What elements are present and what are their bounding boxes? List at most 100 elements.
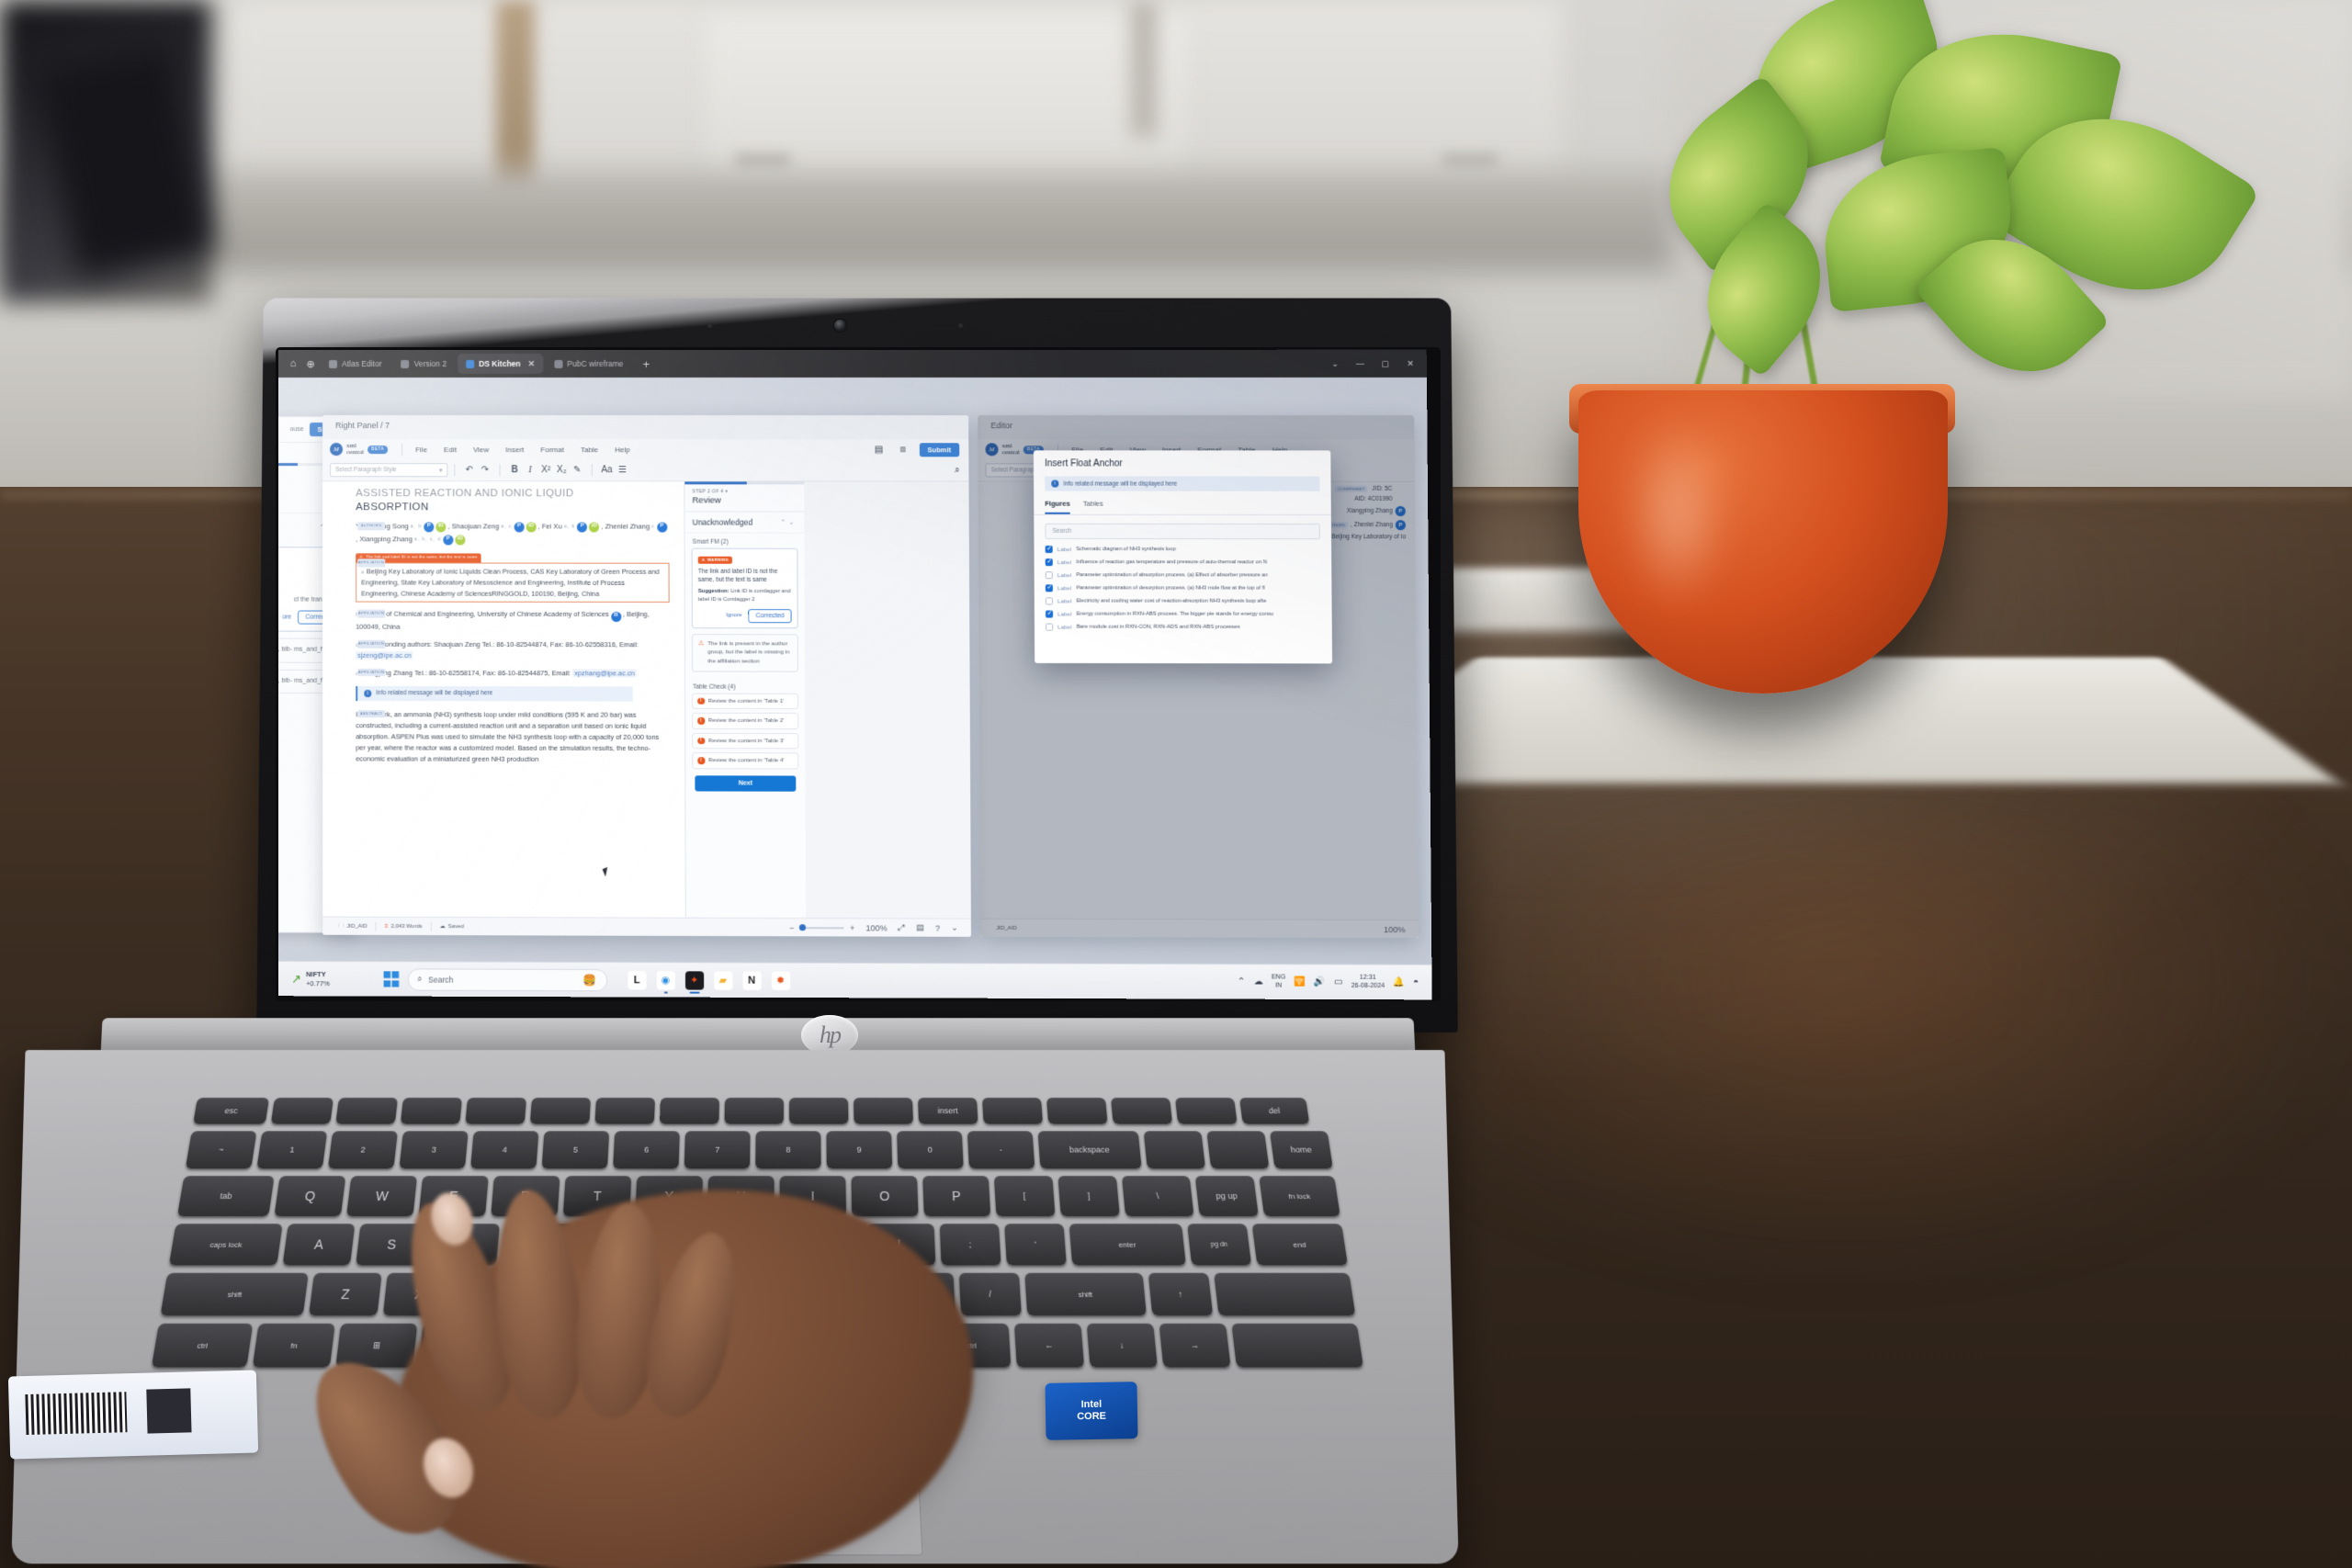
checkbox[interactable] bbox=[1045, 584, 1053, 592]
tab-tables[interactable]: Tables bbox=[1083, 500, 1103, 514]
next-button[interactable]: Next bbox=[695, 774, 797, 792]
chevron-down-icon[interactable]: ⌄ bbox=[945, 923, 964, 933]
panel-icon[interactable]: ▤ bbox=[910, 922, 930, 932]
wifi-icon[interactable]: 🛜 bbox=[1294, 977, 1306, 987]
modal-search-input[interactable]: Search bbox=[1045, 523, 1320, 540]
paragraph-style-select[interactable]: Select Paragraph Style ▾ bbox=[330, 463, 448, 478]
list-item[interactable]: Label Schematic diagram of NH3 synthesis… bbox=[1045, 545, 1320, 554]
food-widget-icon[interactable]: 🍔 bbox=[583, 974, 597, 987]
browser-tab-ds-kitchen[interactable]: DS Kitchen ✕ bbox=[458, 353, 544, 374]
menu-edit[interactable]: Edit bbox=[435, 446, 465, 454]
list-item[interactable]: Label Parameter optimization of absorpti… bbox=[1045, 571, 1320, 580]
chevron-down-icon[interactable]: ▾ bbox=[725, 489, 728, 494]
expand-icon[interactable]: ⤢ bbox=[893, 922, 910, 932]
notification-bell-icon[interactable]: 🔔 bbox=[1393, 977, 1405, 987]
review-section-unacknowledged[interactable]: Unacknowledged ⌃⌄ bbox=[684, 512, 805, 534]
menu-insert[interactable]: Insert bbox=[497, 446, 532, 454]
checkbox[interactable] bbox=[1045, 545, 1053, 554]
maximize-button[interactable]: ▢ bbox=[1373, 350, 1398, 378]
status-file[interactable]: 🗀 JID_AID bbox=[330, 921, 376, 931]
notion-icon[interactable]: N bbox=[742, 971, 762, 990]
list-item[interactable]: Label Energy consumption in RXN-ABS proc… bbox=[1045, 610, 1321, 618]
corrected-button[interactable]: Corrected bbox=[748, 608, 792, 623]
review-table-item[interactable]: ! Review the content in 'Table 2' bbox=[692, 712, 799, 729]
app-brand-logo[interactable]: M xml central BETA bbox=[330, 442, 397, 456]
language-indicator[interactable]: ENG IN bbox=[1272, 975, 1286, 989]
case-icon[interactable]: Aa bbox=[599, 462, 615, 478]
author-chip-orcid[interactable]: iD bbox=[589, 521, 600, 533]
chrome-icon[interactable]: ◉ bbox=[656, 970, 675, 994]
author-chip-p[interactable]: P bbox=[577, 521, 588, 533]
bold-icon[interactable]: B bbox=[506, 462, 522, 478]
review-table-item[interactable]: ! Review the content in 'Table 3' bbox=[692, 732, 799, 750]
browser-tab-atlas-editor[interactable]: Atlas Editor bbox=[321, 354, 390, 374]
undo-icon[interactable]: ↶ bbox=[461, 462, 477, 478]
battery-icon[interactable]: ▭ bbox=[1334, 977, 1343, 987]
italic-icon[interactable]: I bbox=[523, 462, 538, 478]
tray-expand-chevron-icon[interactable]: ⌃ bbox=[1238, 976, 1246, 987]
onedrive-icon[interactable]: ☁ bbox=[1253, 976, 1262, 987]
author-chip-orcid[interactable]: iD bbox=[526, 521, 537, 532]
browser-tab-pubc-wireframe[interactable]: PubC wireframe bbox=[546, 354, 631, 374]
list-item[interactable]: Label Bare module cost in RXN-CON, RXN-A… bbox=[1046, 623, 1321, 631]
browser-tab-version-2[interactable]: Version 2 bbox=[393, 354, 456, 374]
menu-view[interactable]: View bbox=[465, 446, 497, 454]
corresponding-email[interactable]: xpzhang@ipe.ac.cn bbox=[572, 668, 637, 678]
ignore-button[interactable]: ore bbox=[282, 615, 291, 621]
linkedin-learning-icon[interactable]: L bbox=[627, 970, 647, 989]
help-icon[interactable]: ? bbox=[930, 923, 945, 932]
chevron-down-icon[interactable]: ⌄ bbox=[1322, 350, 1348, 378]
search-icon[interactable]: ⌕ bbox=[953, 462, 968, 478]
author-chip-p[interactable]: P bbox=[424, 521, 435, 532]
menu-format[interactable]: Format bbox=[532, 446, 572, 454]
affiliation-chip-ringgold[interactable]: R bbox=[610, 611, 621, 622]
panel-toggle-icon[interactable]: ▥ bbox=[895, 442, 910, 457]
home-icon[interactable]: ⌂ bbox=[286, 356, 300, 371]
tab-figures[interactable]: Figures bbox=[1045, 499, 1070, 514]
globe-icon[interactable]: ⊕ bbox=[303, 356, 318, 371]
copilot-icon[interactable]: ◓ bbox=[1413, 977, 1419, 987]
list-icon[interactable]: ☰ bbox=[615, 462, 630, 478]
ignore-button[interactable]: Ignore bbox=[726, 613, 741, 618]
review-table-item[interactable]: ! Review the content in 'Table 1' bbox=[692, 693, 799, 709]
author-chip-p[interactable]: P bbox=[443, 535, 454, 546]
menu-file[interactable]: File bbox=[407, 446, 435, 454]
list-item[interactable]: Label Parameter optimization of desorpti… bbox=[1045, 584, 1320, 592]
file-explorer-icon[interactable]: ▰ bbox=[713, 970, 733, 990]
list-item[interactable]: Label Electricity and cooling water cost… bbox=[1045, 597, 1321, 605]
figma-icon[interactable]: ✦ bbox=[684, 970, 704, 994]
affiliation-1-text[interactable]: a Beijing Key Laboratory of Ionic Liquid… bbox=[356, 562, 670, 604]
subscript-icon[interactable]: X₂ bbox=[554, 462, 570, 478]
author-chip-p[interactable]: P bbox=[656, 522, 667, 533]
checkbox[interactable] bbox=[1045, 558, 1053, 567]
menu-help[interactable]: Help bbox=[606, 446, 639, 454]
volume-icon[interactable]: 🔊 bbox=[1314, 977, 1326, 987]
review-issue-card-2[interactable]: ⚠ The link is present in the author grou… bbox=[691, 633, 798, 672]
star-app-icon[interactable]: ✹ bbox=[771, 971, 790, 990]
author-chip-orcid[interactable]: iD bbox=[455, 535, 466, 546]
author-chip-p[interactable]: P bbox=[514, 521, 525, 532]
search-input[interactable]: ⌕ Search 🍔 bbox=[407, 967, 607, 991]
corresponding-email[interactable]: sjzeng@ipe.ac.cn bbox=[356, 650, 413, 660]
list-item[interactable]: Label Influence of reaction gas temperat… bbox=[1045, 558, 1320, 567]
clock[interactable]: 12:31 26-08-2024 bbox=[1351, 974, 1385, 990]
minimize-button[interactable]: — bbox=[1348, 350, 1374, 378]
submit-button[interactable]: Submit bbox=[919, 442, 960, 457]
zoom-slider[interactable] bbox=[799, 924, 844, 931]
checkbox[interactable] bbox=[1045, 571, 1053, 580]
new-tab-button[interactable]: + bbox=[634, 356, 658, 370]
checkbox[interactable] bbox=[1045, 597, 1054, 605]
nifty-stock-widget[interactable]: ↗ NIFTY +0.77% bbox=[288, 970, 339, 987]
comment-icon[interactable]: ▤ bbox=[871, 442, 887, 457]
zoom-out-button[interactable]: − bbox=[784, 923, 799, 932]
windows-logo-icon[interactable] bbox=[383, 971, 400, 987]
zoom-in-button[interactable]: + bbox=[844, 923, 860, 932]
superscript-icon[interactable]: X² bbox=[538, 462, 554, 478]
checkbox[interactable] bbox=[1045, 610, 1054, 618]
review-table-item[interactable]: ! Review the content in 'Table 4' bbox=[692, 752, 799, 769]
menu-table[interactable]: Table bbox=[572, 446, 606, 454]
document-canvas[interactable]: ASSISTED REACTION AND IONIC LIQUID ABSOR… bbox=[322, 481, 686, 937]
close-window-button[interactable]: ✕ bbox=[1397, 350, 1423, 378]
review-section-chevrons[interactable]: ⌃⌄ bbox=[780, 519, 797, 526]
redo-icon[interactable]: ↷ bbox=[477, 462, 492, 478]
